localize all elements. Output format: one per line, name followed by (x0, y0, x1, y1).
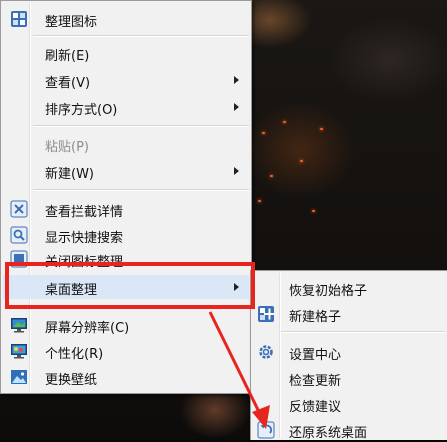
submenu-item-new-grid[interactable]: 新建格子 (253, 302, 445, 326)
ember-spark (283, 121, 286, 123)
ember-spark (312, 210, 315, 212)
menu-item-label: 整理图标 (45, 15, 98, 30)
menu-item-label: 反馈建议 (289, 400, 342, 415)
menu-item-label: 新建(W) (45, 167, 94, 182)
submenu-item-feedback[interactable]: 反馈建议 (253, 392, 445, 416)
submenu-arrow-icon (234, 103, 239, 111)
ember-spark (320, 128, 323, 130)
ember-spark (262, 132, 265, 134)
menu-item-paste: 粘贴(P) (3, 132, 249, 156)
menu-item-label: 查看拦截详情 (45, 205, 124, 220)
menu-item-label: 显示快捷搜索 (45, 231, 124, 246)
ember-spark (300, 160, 303, 162)
menu-item-label: 粘贴(P) (45, 140, 89, 155)
menu-item-label: 新建格子 (289, 310, 342, 325)
new-grid-icon (258, 306, 275, 322)
gear-icon (259, 345, 273, 359)
desktop-organize-submenu: 恢复初始格子 新建格子 设置中心 检查更新 反馈建议 还原系统桌面 (250, 270, 447, 442)
menu-item-label: 还原系统桌面 (289, 426, 368, 441)
menu-item-label: 查看(V) (45, 76, 91, 91)
quick-search-icon (10, 226, 28, 244)
menu-item-intercept-details[interactable]: 查看拦截详情 (3, 197, 249, 221)
submenu-item-restore-system-desktop[interactable]: 还原系统桌面 (253, 418, 445, 442)
menu-item-close-organize[interactable]: 关闭图标整理 (3, 247, 249, 271)
close-organize-icon (10, 250, 28, 268)
wallpaper-icon (11, 370, 27, 384)
menu-item-label: 个性化(R) (45, 347, 104, 362)
menu-item-label: 刷新(E) (45, 49, 90, 64)
menu-item-new[interactable]: 新建(W) (3, 159, 249, 183)
organize-icons-icon (11, 11, 27, 27)
menu-item-screen-resolution[interactable]: 屏幕分辨率(C) (3, 313, 249, 337)
menu-item-organize-icons[interactable]: 整理图标 (3, 7, 249, 31)
menu-separator (281, 331, 445, 333)
ember-spark (258, 200, 261, 202)
submenu-item-restore-grids[interactable]: 恢复初始格子 (253, 276, 445, 300)
restore-icon (257, 421, 275, 439)
menu-separator (33, 35, 249, 37)
menu-item-personalize[interactable]: 个性化(R) (3, 339, 249, 363)
submenu-arrow-icon (234, 283, 239, 291)
submenu-item-settings-center[interactable]: 设置中心 (253, 340, 445, 364)
intercept-details-icon (10, 200, 28, 218)
menu-item-label: 桌面整理 (45, 283, 98, 298)
menu-item-label: 恢复初始格子 (289, 284, 368, 299)
submenu-item-check-updates[interactable]: 检查更新 (253, 366, 445, 390)
menu-item-quick-search[interactable]: 显示快捷搜索 (3, 223, 249, 247)
menu-item-label: 更换壁纸 (45, 373, 98, 388)
menu-separator (33, 125, 249, 127)
menu-item-sort-by[interactable]: 排序方式(O) (3, 95, 249, 119)
personalize-icon (11, 344, 27, 359)
monitor-icon (11, 318, 27, 333)
menu-item-label: 排序方式(O) (45, 103, 118, 118)
menu-separator (33, 189, 249, 191)
menu-item-refresh[interactable]: 刷新(E) (3, 41, 249, 65)
submenu-arrow-icon (234, 167, 239, 175)
menu-item-label: 设置中心 (289, 348, 342, 363)
submenu-arrow-icon (234, 76, 239, 84)
ember-spark (270, 175, 273, 177)
menu-item-view[interactable]: 查看(V) (3, 68, 249, 92)
menu-item-desktop-organize[interactable]: 桌面整理 (3, 275, 249, 299)
menu-item-label: 屏幕分辨率(C) (45, 321, 130, 336)
menu-item-label: 检查更新 (289, 374, 342, 389)
desktop-context-menu: 整理图标 刷新(E) 查看(V) 排序方式(O) 粘贴(P) 新建(W) 查看拦… (0, 0, 252, 394)
menu-item-change-wallpaper[interactable]: 更换壁纸 (3, 365, 249, 389)
menu-item-label: 关闭图标整理 (45, 255, 124, 270)
